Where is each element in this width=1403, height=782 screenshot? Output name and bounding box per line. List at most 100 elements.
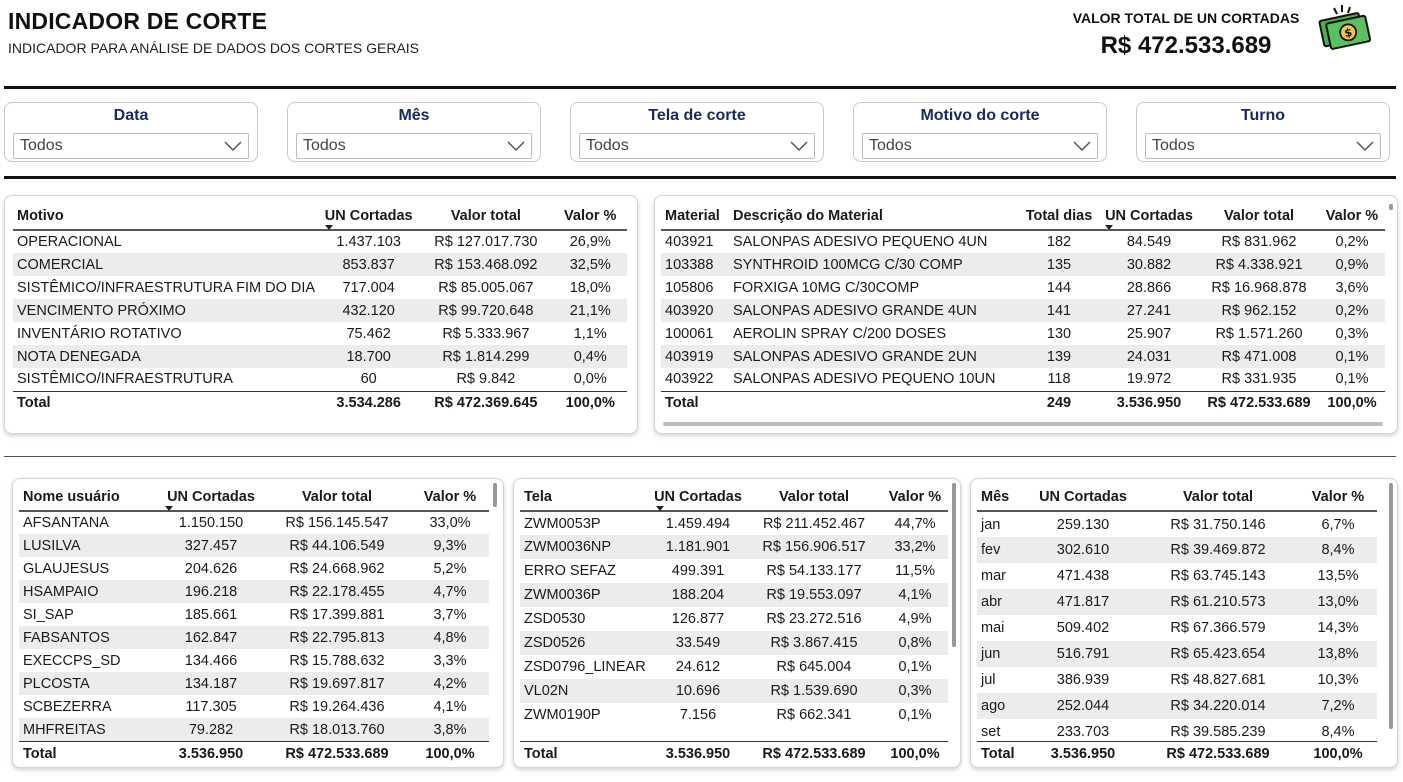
table-row[interactable]: abr 471.817 R$ 61.210.573 13,0% bbox=[977, 589, 1377, 615]
table-cell: R$ 16.968.878 bbox=[1211, 279, 1307, 296]
table-cell: 32,5% bbox=[553, 253, 627, 276]
table-row[interactable]: GLAUJESUS 204.626 R$ 24.668.962 5,2% bbox=[19, 557, 489, 580]
table-cell: jul bbox=[981, 672, 996, 688]
slicer-dropdown[interactable]: Todos bbox=[862, 133, 1098, 159]
slicer-mes[interactable]: Mês Todos bbox=[287, 102, 541, 162]
table-cell: ERRO SEFAZ bbox=[524, 563, 616, 579]
column-header[interactable]: Mês bbox=[977, 483, 1029, 511]
table-row[interactable]: HSAMPAIO 196.218 R$ 22.178.455 4,7% bbox=[19, 580, 489, 603]
table-row[interactable]: ago 252.044 R$ 34.220.014 7,2% bbox=[977, 693, 1377, 719]
table-row[interactable]: INVENTÁRIO ROTATIVO 75.462 R$ 5.333.967 1,1… bbox=[13, 322, 627, 345]
slicer-data[interactable]: Data Todos bbox=[4, 102, 258, 162]
column-header[interactable]: Material bbox=[661, 202, 729, 230]
slicer-dropdown[interactable]: Todos bbox=[13, 133, 249, 159]
column-header-sorted[interactable]: UN Cortadas bbox=[159, 483, 263, 511]
table-row[interactable]: fev 302.610 R$ 39.469.872 8,4% bbox=[977, 537, 1377, 563]
table-row[interactable]: FABSANTOS 162.847 R$ 22.795.813 4,8% bbox=[19, 626, 489, 649]
slicer-tela-de-corte[interactable]: Tela de corte Todos bbox=[570, 102, 824, 162]
table-cell: R$ 3.867.415 bbox=[746, 631, 882, 655]
table-cell: R$ 19.553.097 bbox=[746, 583, 882, 607]
table-row[interactable]: ZSD0796_LINEAR 24.612 R$ 645.004 0,1% bbox=[520, 655, 948, 679]
table-row[interactable]: jun 516.791 R$ 65.423.654 13,8% bbox=[977, 641, 1377, 667]
column-header[interactable]: Tela bbox=[520, 483, 650, 511]
table-row[interactable]: MHFREITAS 79.282 R$ 18.013.760 3,8% bbox=[19, 718, 489, 741]
column-header[interactable]: Valor % bbox=[554, 202, 628, 230]
column-header[interactable]: Total dias bbox=[1019, 202, 1099, 230]
slicer-turno[interactable]: Turno Todos bbox=[1136, 102, 1390, 162]
column-header[interactable]: Valor total bbox=[418, 202, 553, 230]
table-row[interactable]: ZWM0036P 188.204 R$ 19.553.097 4,1% bbox=[520, 583, 948, 607]
table-row[interactable]: mai 509.402 R$ 67.366.579 14,3% bbox=[977, 615, 1377, 641]
table-row[interactable]: LUSILVA 327.457 R$ 44.106.549 9,3% bbox=[19, 534, 489, 557]
table-row[interactable]: 100061 AEROLIN SPRAY C/200 DOSES 130 25.907… bbox=[661, 322, 1385, 345]
table-row[interactable]: PLCOSTA 134.187 R$ 19.697.817 4,2% bbox=[19, 672, 489, 695]
column-header[interactable]: Valor % bbox=[1299, 483, 1377, 511]
column-header[interactable]: Valor % bbox=[411, 483, 489, 511]
table-cell: 0,3% bbox=[882, 679, 948, 703]
table-row[interactable]: ZWM0036NP 1.181.901 R$ 156.906.517 33,2% bbox=[520, 535, 948, 559]
table-row[interactable]: NOTA DENEGADA 18.700 R$ 1.814.299 0,4% bbox=[13, 345, 627, 368]
column-header[interactable]: Valor total bbox=[1199, 202, 1319, 230]
table-row[interactable]: 403919 SALONPAS ADESIVO GRANDE 2UN 139 24.0… bbox=[661, 345, 1385, 368]
slicer-dropdown[interactable]: Todos bbox=[296, 133, 532, 159]
column-header-sorted[interactable]: UN Cortadas bbox=[319, 202, 418, 230]
slicer-motivo-do-corte[interactable]: Motivo do corte Todos bbox=[853, 102, 1107, 162]
slicer-dropdown[interactable]: Todos bbox=[1145, 133, 1381, 159]
column-header[interactable]: Valor % bbox=[1319, 202, 1385, 230]
column-header[interactable]: Descrição do Material bbox=[729, 202, 1019, 230]
column-header[interactable]: Valor total bbox=[746, 483, 882, 511]
column-header[interactable]: Valor % bbox=[882, 483, 948, 511]
table-cell: R$ 18.013.760 bbox=[263, 718, 411, 741]
table-cell: 853.837 bbox=[319, 253, 419, 276]
vertical-scrollbar[interactable] bbox=[1389, 483, 1393, 729]
table-cell: 302.610 bbox=[1029, 537, 1137, 563]
table-row[interactable]: set 233.703 R$ 39.585.239 8,4% bbox=[977, 719, 1377, 741]
table-cell: SALONPAS ADESIVO PEQUENO 10UN bbox=[733, 371, 996, 388]
table-row[interactable]: AFSANTANA 1.150.150 R$ 156.145.547 33,0% bbox=[19, 511, 489, 534]
table-row[interactable]: EXECCPS_SD 134.466 R$ 15.788.632 3,3% bbox=[19, 649, 489, 672]
horizontal-scrollbar[interactable] bbox=[663, 422, 1383, 426]
table-row[interactable]: OPERACIONAL 1.437.103 R$ 127.017.730 26,9% bbox=[13, 230, 627, 253]
table-cell: R$ 645.004 bbox=[776, 659, 852, 675]
table-row[interactable]: SISTÊMICO/INFRAESTRUTURA 60 R$ 9.842 0,0% bbox=[13, 368, 627, 391]
table-row[interactable]: SI_SAP 185.661 R$ 17.399.881 3,7% bbox=[19, 603, 489, 626]
table-row[interactable]: COMERCIAL 853.837 R$ 153.468.092 32,5% bbox=[13, 253, 627, 276]
table-cell: 403921 bbox=[665, 234, 714, 250]
column-header[interactable]: UN Cortadas bbox=[1029, 483, 1137, 511]
table-row[interactable]: ZSD0526 33.549 R$ 3.867.415 0,8% bbox=[520, 631, 948, 655]
table-cell: 18,0% bbox=[569, 279, 611, 296]
table-row[interactable]: mar 471.438 R$ 63.745.143 13,5% bbox=[977, 563, 1377, 589]
column-header[interactable]: Valor total bbox=[263, 483, 411, 511]
table-row[interactable]: ERRO SEFAZ 499.391 R$ 54.133.177 11,5% bbox=[520, 559, 948, 583]
table-cell: SISTÊMICO/INFRAESTRUTURA bbox=[17, 371, 233, 388]
mes-table-viewport[interactable]: Mês UN Cortadas Valor total Valor % jan 2… bbox=[977, 483, 1377, 741]
column-header[interactable]: Valor total bbox=[1137, 483, 1299, 511]
table-cell: HSAMPAIO bbox=[19, 580, 159, 603]
table-row[interactable]: ZWM0190P 7.156 R$ 662.341 0,1% bbox=[520, 703, 948, 727]
table-row[interactable]: 103388 SYNTHROID 100MCG C/30 COMP 135 30.88… bbox=[661, 253, 1385, 276]
table-cell: R$ 54.133.177 bbox=[766, 563, 862, 579]
column-header[interactable]: Nome usuário bbox=[19, 483, 159, 511]
slicer-title: Turno bbox=[1240, 107, 1286, 124]
table-row[interactable]: 403921 SALONPAS ADESIVO PEQUENO 4UN 182 84.… bbox=[661, 230, 1385, 253]
vertical-scrollbar[interactable] bbox=[1389, 204, 1393, 210]
table-row[interactable]: VL02N 10.696 R$ 1.539.690 0,3% bbox=[520, 679, 948, 703]
table-row[interactable]: 403920 SALONPAS ADESIVO GRANDE 4UN 141 27.2… bbox=[661, 299, 1385, 322]
table-row[interactable]: VENCIMENTO PRÓXIMO 432.120 R$ 99.720.648 21… bbox=[13, 299, 627, 322]
column-header-sorted[interactable]: UN Cortadas bbox=[650, 483, 746, 511]
table-row[interactable]: 403922 SALONPAS ADESIVO PEQUENO 10UN 118 19… bbox=[661, 368, 1385, 391]
slicer-dropdown[interactable]: Todos bbox=[579, 133, 815, 159]
table-row[interactable]: ZWM0053P 1.459.494 R$ 211.452.467 44,7% bbox=[520, 511, 948, 535]
table-row[interactable]: jul 386.939 R$ 48.827.681 10,3% bbox=[977, 667, 1377, 693]
table-row[interactable]: SISTÊMICO/INFRAESTRUTURA FIM DO DIA 717.0… bbox=[13, 276, 627, 299]
column-header-sorted[interactable]: UN Cortadas bbox=[1099, 202, 1199, 230]
table-row[interactable]: 105806 FORXIGA 10MG C/30COMP 144 28.866 R$ 1… bbox=[661, 276, 1385, 299]
vertical-scrollbar[interactable] bbox=[952, 483, 956, 647]
table-row[interactable]: ZSD0530 126.877 R$ 23.272.516 4,9% bbox=[520, 607, 948, 631]
table-row[interactable]: jan 259.130 R$ 31.750.146 6,7% bbox=[977, 511, 1377, 537]
table-row[interactable]: SCBEZERRA 117.305 R$ 19.264.436 4,1% bbox=[19, 695, 489, 718]
usuario-table-viewport[interactable]: Nome usuário UN Cortadas Valor total Val… bbox=[19, 483, 489, 765]
vertical-scrollbar[interactable] bbox=[493, 483, 497, 507]
tela-table-viewport[interactable]: Tela UN Cortadas Valor total Valor % ZWM… bbox=[520, 483, 948, 741]
column-header[interactable]: Motivo bbox=[13, 202, 319, 230]
